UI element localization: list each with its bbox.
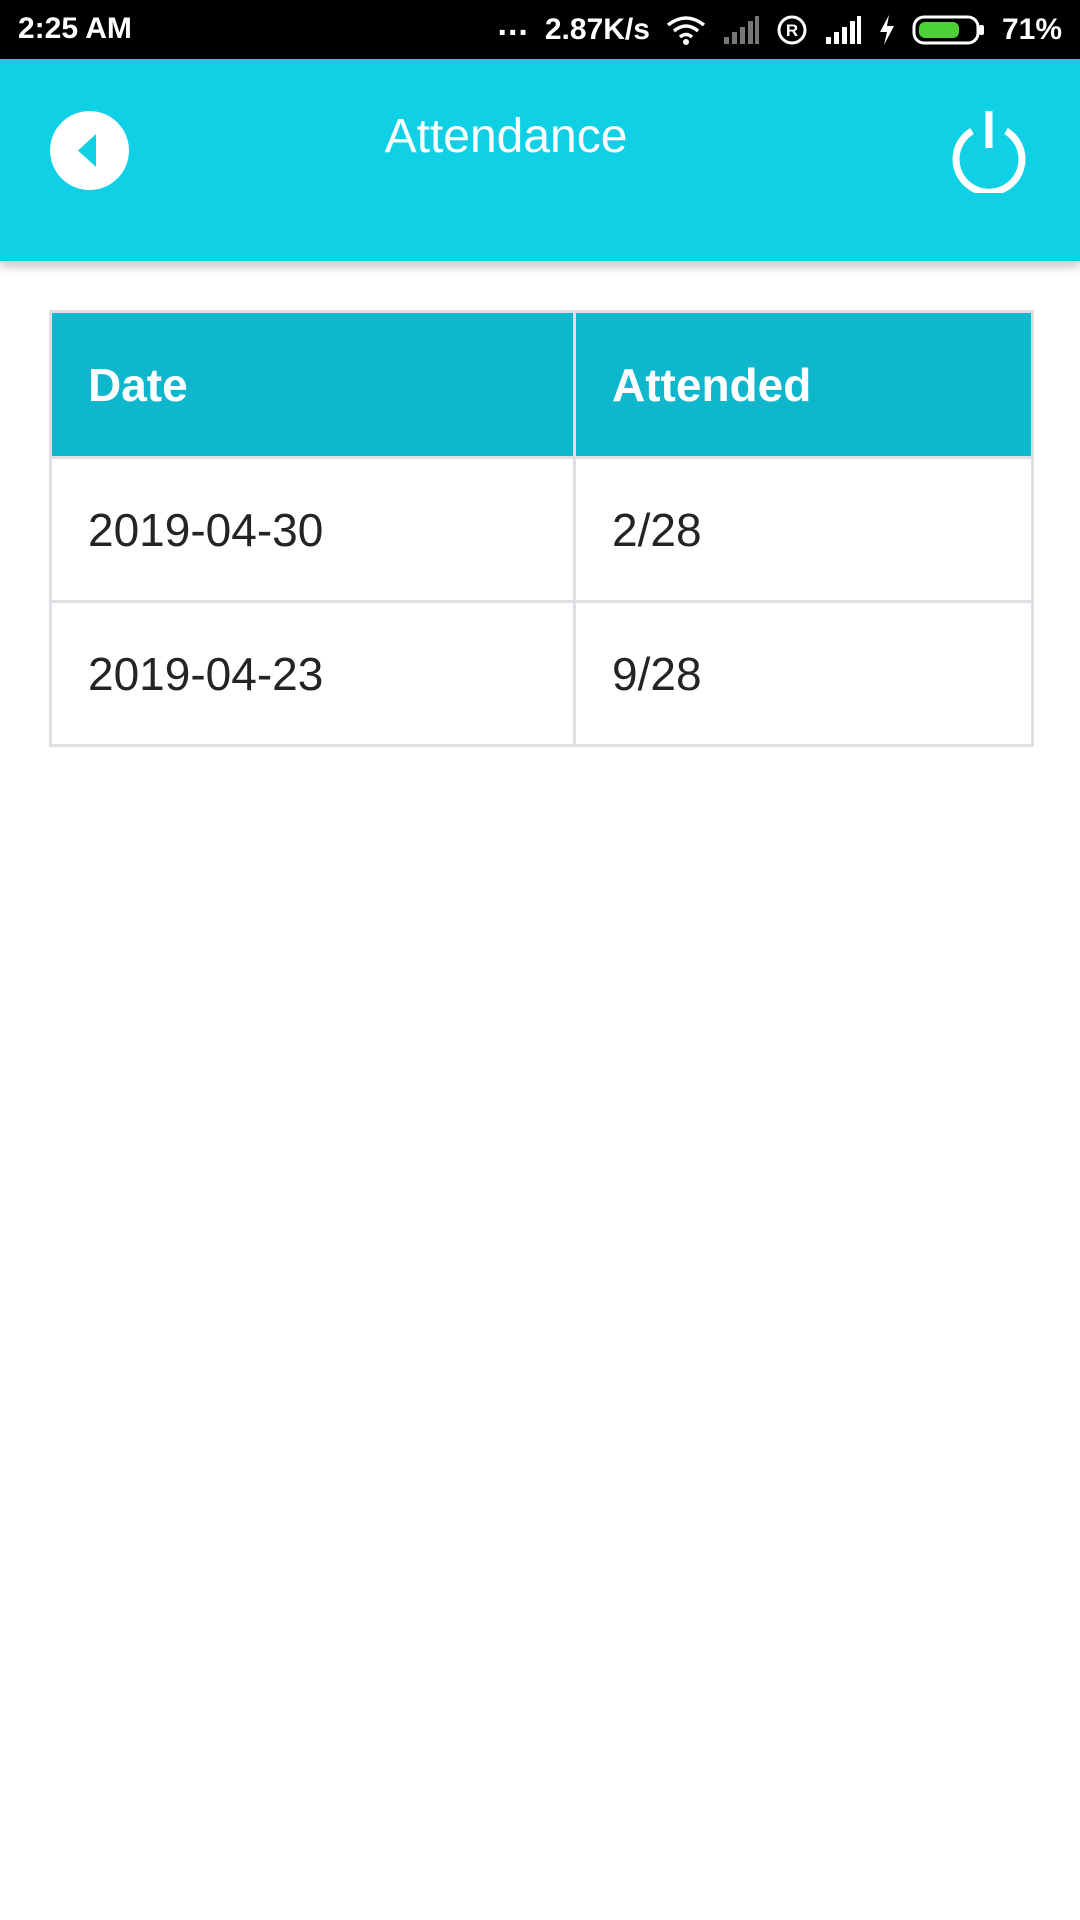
battery-percent: 71%	[1001, 12, 1062, 46]
registered-icon: R	[776, 14, 808, 46]
cell-attended: 9/28	[573, 600, 1034, 747]
network-speed: 2.87K/s	[544, 12, 650, 46]
logout-button[interactable]	[946, 107, 1032, 196]
status-icons: ... 2.87K/s R 71%	[482, 0, 1062, 59]
wifi-icon	[666, 15, 706, 45]
attendance-table: Date Attended 2019-04-30 2/28 2019-04-23…	[49, 310, 1034, 747]
signal-weak-icon	[722, 15, 760, 45]
app-bar: Attendance	[0, 59, 1080, 261]
table-row[interactable]: 2019-04-23 9/28	[49, 600, 1034, 747]
cell-attended: 2/28	[573, 456, 1034, 603]
table-row[interactable]: 2019-04-30 2/28	[49, 456, 1034, 603]
status-time: 2:25 AM	[18, 12, 132, 45]
cell-date: 2019-04-30	[49, 456, 576, 603]
battery-icon	[912, 14, 986, 46]
column-header-attended: Attended	[573, 310, 1034, 459]
svg-text:R: R	[786, 21, 798, 40]
signal-icon	[824, 15, 862, 45]
more-notifications-indicator: ...	[497, 5, 529, 43]
cell-date: 2019-04-23	[49, 600, 576, 747]
charging-icon	[878, 14, 896, 46]
status-bar: 2:25 AM ... 2.87K/s R 71%	[0, 0, 1080, 59]
page-title: Attendance	[384, 110, 628, 163]
table-header-row: Date Attended	[49, 310, 1034, 459]
column-header-date: Date	[49, 310, 576, 459]
power-icon	[952, 111, 1026, 196]
